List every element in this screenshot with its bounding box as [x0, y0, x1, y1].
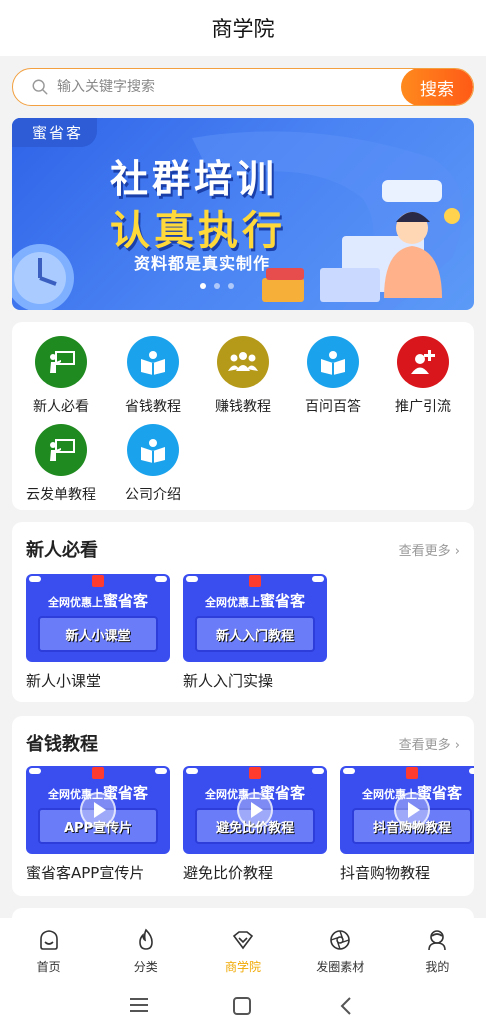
open-book-icon [307, 336, 359, 388]
section-title: 新人必看 [26, 540, 98, 561]
search-input[interactable] [57, 79, 401, 95]
video-thumbnail: 全网优惠上蜜省客 新人入门教程 [183, 574, 327, 662]
brand-logo-icon [92, 767, 104, 779]
user-profile-icon [428, 930, 447, 951]
category-label: 公司介绍 [125, 487, 181, 503]
group-people-icon [217, 336, 269, 388]
video-thumbnail: 全网优惠上蜜省客 避免比价教程 [183, 766, 327, 854]
banner-headline-2: 认真执行 [110, 208, 286, 254]
teacher-board-icon [35, 424, 87, 476]
video-title: 蜜省客APP宣传片 [26, 864, 145, 882]
category-label: 云发单教程 [26, 487, 96, 503]
view-more-link[interactable]: 查看更多 › [399, 734, 460, 753]
brand-logo-icon [92, 575, 104, 587]
section-title: 省钱教程 [26, 734, 98, 755]
teacher-board-icon [35, 336, 87, 388]
category-item-cloud-posting[interactable]: 云发单教程 [16, 424, 106, 504]
search-button[interactable]: 搜索 [401, 69, 473, 105]
category-item-earn-money[interactable]: 赚钱教程 [198, 336, 288, 416]
category-item-save-money[interactable]: 省钱教程 [108, 336, 198, 416]
tab-mine[interactable]: 我的 [389, 918, 486, 986]
video-thumbnail: 全网优惠上蜜省客 抖音购物教程 [340, 766, 474, 854]
section-save-money: 省钱教程 查看更多 › 全网优惠上蜜省客 APP宣传片 蜜省客APP宣传片 全网… [12, 716, 474, 896]
play-icon[interactable] [80, 792, 116, 828]
flame-icon [138, 928, 153, 950]
category-item-faq[interactable]: 百问百答 [288, 336, 378, 416]
carousel-dot[interactable] [214, 283, 220, 289]
banner-headline-1: 社群培训 [110, 157, 279, 201]
banner-tag: 蜜省客 [12, 118, 98, 147]
category-item-promotion[interactable]: 推广引流 [378, 336, 468, 416]
page-title: 商学院 [211, 17, 275, 41]
app-header: 商学院 [0, 0, 486, 56]
category-label: 百问百答 [305, 399, 361, 415]
category-label: 省钱教程 [125, 399, 181, 415]
tab-moments-material[interactable]: 发圈素材 [292, 918, 389, 986]
brand-logo-icon [249, 575, 261, 587]
video-thumbnail: 全网优惠上蜜省客 APP宣传片 [26, 766, 170, 854]
open-book-icon [127, 424, 179, 476]
back-icon[interactable] [338, 996, 354, 1016]
banner-subtitle: 资料都是真实制作 [134, 254, 271, 273]
category-label: 赚钱教程 [215, 399, 271, 415]
video-title: 避免比价教程 [183, 864, 274, 882]
menu-icon[interactable] [128, 996, 150, 1014]
diamond-icon [232, 931, 254, 950]
play-icon[interactable] [394, 792, 430, 828]
system-nav-bar [0, 986, 486, 1024]
carousel-dot[interactable] [200, 283, 206, 289]
video-thumbnail: 全网优惠上蜜省客 新人小课堂 [26, 574, 170, 662]
video-card[interactable]: 全网优惠上蜜省客 APP宣传片 蜜省客APP宣传片 [26, 766, 170, 883]
view-more-link[interactable]: 查看更多 › [399, 540, 460, 559]
home-square-icon[interactable] [232, 996, 252, 1016]
category-grid: 新人必看 省钱教程 赚钱教程 百问百答 推广引流 云发单教程 公司介绍 [12, 322, 474, 510]
brand-logo-icon [406, 767, 418, 779]
play-icon[interactable] [237, 792, 273, 828]
video-card[interactable]: 全网优惠上蜜省客 抖音购物教程 抖音购物教程 [340, 766, 474, 883]
video-card[interactable]: 全网优惠上蜜省客 新人小课堂 新人小课堂 [26, 574, 170, 691]
add-user-icon [397, 336, 449, 388]
open-book-icon [127, 336, 179, 388]
video-card[interactable]: 全网优惠上蜜省客 避免比价教程 避免比价教程 [183, 766, 327, 883]
search-icon [32, 79, 48, 95]
video-title: 抖音购物教程 [340, 864, 431, 882]
category-label: 推广引流 [395, 399, 451, 415]
home-face-icon [39, 930, 58, 950]
bottom-tab-bar: 首页 分类 商学院 发圈素材 我的 [0, 918, 486, 986]
category-item-newcomer[interactable]: 新人必看 [16, 336, 106, 416]
search-bar[interactable]: 搜索 [12, 68, 474, 106]
category-label: 新人必看 [33, 399, 89, 415]
aperture-icon [330, 930, 351, 950]
carousel-dot[interactable] [228, 283, 234, 289]
video-card[interactable]: 全网优惠上蜜省客 新人入门教程 新人入门实操 [183, 574, 327, 691]
section-newcomer: 新人必看 查看更多 › 全网优惠上蜜省客 新人小课堂 新人小课堂 全网优惠上蜜省… [12, 522, 474, 702]
tab-business-school[interactable]: 商学院 [194, 918, 291, 986]
video-title: 新人小课堂 [26, 672, 102, 690]
promo-banner[interactable]: 蜜省客 社群培训 认真执行 资料都是真实制作 [12, 118, 474, 310]
category-item-company[interactable]: 公司介绍 [108, 424, 198, 504]
carousel-dots [200, 283, 234, 289]
tab-home[interactable]: 首页 [0, 918, 97, 986]
tab-category[interactable]: 分类 [97, 918, 194, 986]
brand-logo-icon [249, 767, 261, 779]
video-title: 新人入门实操 [183, 672, 274, 690]
